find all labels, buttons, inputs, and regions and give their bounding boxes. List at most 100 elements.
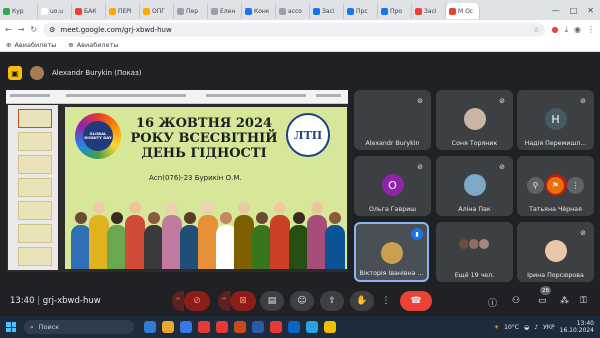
taskbar-time: 13:40 [576,320,594,327]
download-icon[interactable]: ⤓ [564,25,568,35]
camera-toggle-button[interactable]: ⊠ [230,291,256,311]
captions-button[interactable]: ▤ [260,291,284,311]
file-explorer-icon[interactable] [144,321,156,333]
chrome-window-icon[interactable] [270,321,282,333]
global-dignity-day-logo: GLOBAL DIGNITY DAY [75,113,121,159]
folder-icon[interactable] [162,321,174,333]
browser-tab[interactable]: ПЕРІ [106,3,140,19]
speaking-icon: ▮ [411,228,423,240]
present-button[interactable]: ⇪ [320,291,344,311]
favicon-icon [347,7,354,15]
browser-tab[interactable]: uo.u [38,3,72,19]
participant-tile[interactable]: ⊘ Соня Торяник [436,90,513,150]
participant-tile[interactable]: ⊘ Аліна Пак [436,156,513,216]
browser-tab[interactable]: Засі [412,3,446,19]
forward-icon[interactable]: → [18,25,25,34]
spotlight-icon[interactable]: ⚑ [547,177,564,194]
weather-app-icon[interactable] [324,321,336,333]
taskbar-search[interactable]: ⌕ Поиск [24,320,134,334]
participant-tile[interactable]: Ещё 19 чел. [436,222,513,282]
edge-icon[interactable] [180,321,192,333]
tab-label: Кур [12,7,24,15]
windows-start-icon[interactable] [6,322,16,332]
reactions-button[interactable]: ☺ [290,291,314,311]
people-illustration [71,191,345,269]
participant-tile[interactable]: ⊘ О Ольга Гавриш [354,156,431,216]
pin-icon[interactable]: ⚲ [527,177,544,194]
language-indicator[interactable]: УКР [543,324,555,331]
browser-tab[interactable]: Конк [242,3,276,19]
favicon-icon [109,7,116,15]
datetime[interactable]: 13:40 16.10.2024 [560,320,594,334]
person-head [148,212,160,224]
raise-hand-button[interactable]: ✋ [350,291,374,311]
browser-tab[interactable]: Прс [344,3,378,19]
university-logo: ЛТП [286,113,330,157]
chrome-icon[interactable] [198,321,210,333]
profile-icon[interactable]: ◉ [574,25,581,34]
browser-tab[interactable]: ассо [276,3,310,19]
slide-thumbnail [18,201,52,220]
extension-icon[interactable]: ● [551,25,558,34]
volume-icon[interactable]: ♪ [534,324,538,331]
activities-icon[interactable]: ⁂ [560,296,569,306]
bookmark-star-icon[interactable]: ☆ [533,26,539,34]
bookmark-item[interactable]: ⊕ Авиабилеты [68,41,118,49]
slide-thumbnail [18,109,52,128]
store-icon[interactable] [288,321,300,333]
participant-avatar [463,174,486,196]
browser-tab[interactable]: M Ос [446,3,480,19]
chat-icon[interactable]: ▭ [538,296,547,306]
participant-avatar [544,240,567,262]
shared-screen[interactable]: GLOBAL DIGNITY DAY 16 ЖОВТНЯ 2024 РОКУ В… [6,90,348,272]
slide-thumbnail [18,247,52,266]
meeting-info: 13:40 | grj-xbwd-huw [10,296,101,306]
favicon-icon [381,7,388,15]
slide-title-line: РОКУ ВСЕСВІТНІЙ [130,131,278,146]
tab-label: Прс [356,7,368,15]
participant-name: Ірина Порсюрова [527,272,584,279]
mic-toggle-button[interactable]: ⊘ [184,291,210,311]
more-options-button[interactable]: ⋮ [380,291,392,311]
participant-tile[interactable]: ▮ Вікторія Іванівна ... [354,222,429,282]
url-field[interactable]: ⚙ meet.google.com/grj-xbwd-huw ☆ [43,22,546,37]
close-icon[interactable]: ✕ [587,6,594,15]
powerpoint-icon[interactable] [234,321,246,333]
maximize-icon[interactable]: □ [570,6,578,15]
browser-tab[interactable]: БАК [72,3,106,19]
mic-off-icon: ⊘ [417,97,423,105]
browser-tab[interactable]: Про [378,3,412,19]
illustrated-person [198,202,218,269]
browser-tab[interactable]: Елен [208,3,242,19]
participant-tile[interactable]: Т⚲⚑⋮Татьяна Чёрная [517,156,594,216]
participant-tile[interactable]: ⊘ Н Надія Перемишл... [517,90,594,150]
reload-icon[interactable]: ↻ [30,25,37,34]
participant-avatar: Н [544,108,567,130]
hang-up-icon: ☎ [410,296,422,306]
word-icon[interactable] [252,321,264,333]
logo-right-text: ЛТП [293,128,323,142]
host-controls-icon[interactable]: ⚿ [580,296,587,306]
back-icon[interactable]: ← [5,25,12,34]
camera-options-button[interactable]: ^ [218,291,230,311]
people-icon[interactable]: ⚇ [512,296,520,306]
leave-call-button[interactable]: ☎ [400,291,432,311]
browser-tab[interactable]: ОПГ [140,3,174,19]
site-info-icon[interactable]: ⚙ [49,26,55,34]
minimize-icon[interactable]: — [552,6,560,15]
browser-menu-icon[interactable]: ⋮ [587,25,595,34]
person-head [166,202,178,214]
browser-tab[interactable]: Кур [0,3,38,19]
mic-options-button[interactable]: ^ [172,291,184,311]
info-icon[interactable]: ⓘ [488,296,497,309]
participant-tile[interactable]: ⊘ Ірина Порсюрова [517,222,594,282]
tile-more-icon[interactable]: ⋮ [567,177,584,194]
meet-header: ▣ Alexandr Burykin (Показ) [0,60,600,86]
participant-tile[interactable]: ⊘ Alexandr Burykin [354,90,431,150]
pdf-icon[interactable] [216,321,228,333]
network-icon[interactable]: ◒ [524,324,529,331]
telegram-icon[interactable] [306,321,318,333]
browser-tab[interactable]: Пер [174,3,208,19]
browser-tab[interactable]: Засі [310,3,344,19]
bookmark-item[interactable]: ⊕ Авиабилеты [6,41,56,49]
